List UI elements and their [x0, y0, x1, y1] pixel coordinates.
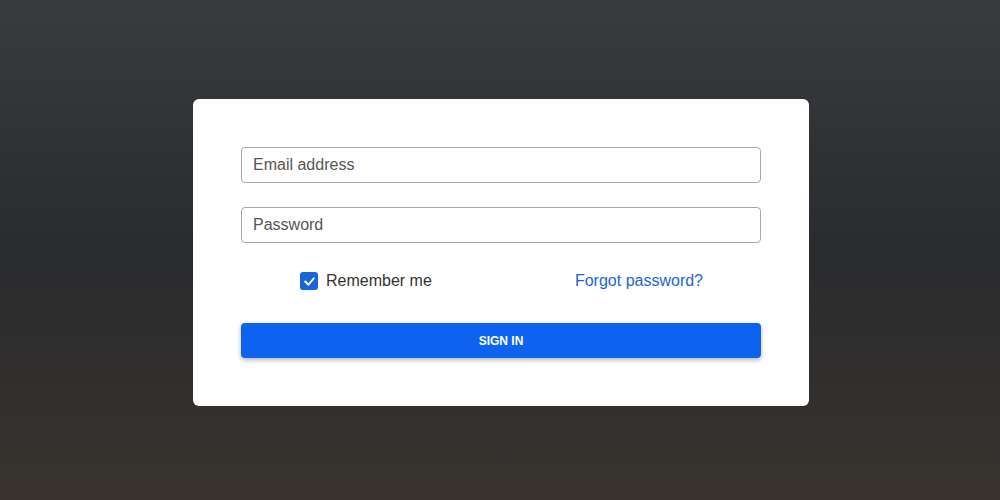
- email-input[interactable]: [241, 147, 761, 183]
- options-row: Remember me Forgot password?: [241, 269, 761, 293]
- remember-me-checkbox[interactable]: [300, 272, 318, 290]
- login-page: Remember me Forgot password? SIGN IN: [0, 0, 1000, 500]
- remember-me[interactable]: Remember me: [300, 269, 432, 293]
- sign-in-button[interactable]: SIGN IN: [241, 323, 761, 358]
- remember-me-label: Remember me: [326, 269, 432, 293]
- login-card: Remember me Forgot password? SIGN IN: [193, 99, 809, 406]
- forgot-password-link[interactable]: Forgot password?: [575, 269, 703, 293]
- check-icon: [303, 275, 316, 288]
- password-input[interactable]: [241, 207, 761, 243]
